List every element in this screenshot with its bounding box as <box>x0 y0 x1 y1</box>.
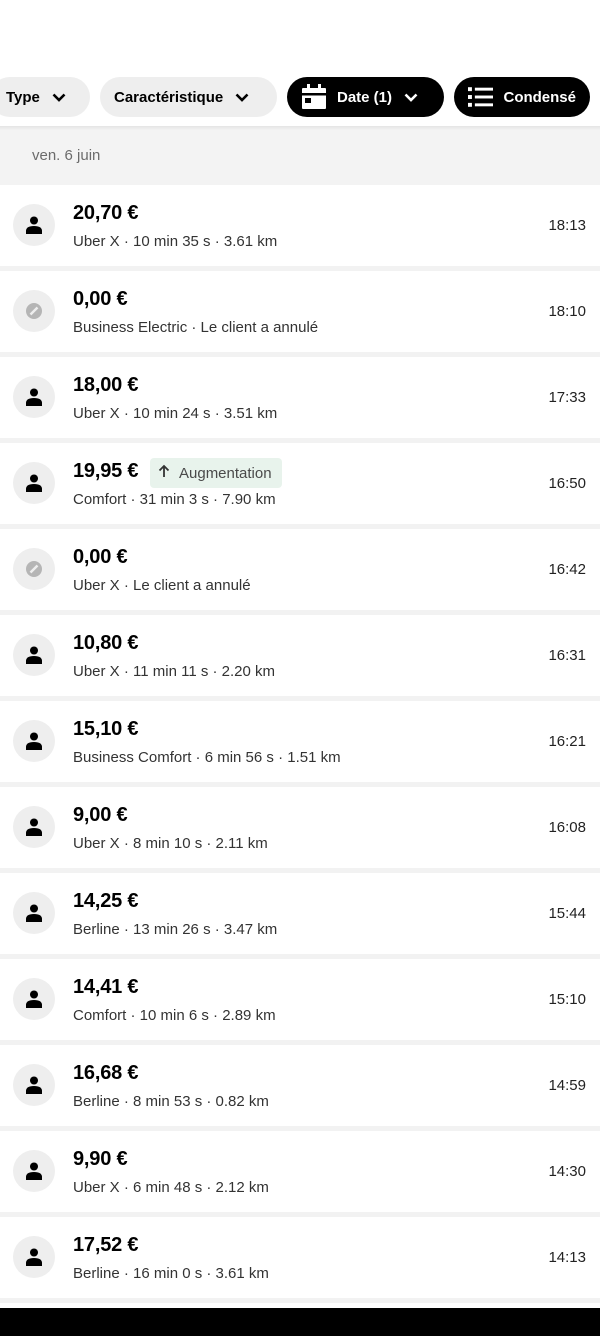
trip-row[interactable]: 9,00 € Uber X · 8 min 10 s · 2.11 km 16:08 <box>0 787 600 873</box>
surge-badge: Augmentation <box>150 458 282 488</box>
trip-details: Comfort · 31 min 3 s · 7.90 km <box>73 491 276 508</box>
status-area <box>0 0 600 60</box>
filter-date-chip[interactable]: Date (1) <box>287 77 444 117</box>
calendar-icon <box>302 84 326 109</box>
trip-row[interactable]: 18,00 € Uber X · 10 min 24 s · 3.51 km 17:… <box>0 357 600 443</box>
trip-details: Berline · 13 min 26 s · 3.47 km <box>73 921 278 938</box>
filter-type-label: Type <box>6 88 40 106</box>
trip-list: 20,70 € Uber X · 10 min 35 s · 3.61 km 18:… <box>0 185 600 1303</box>
trip-details: Berline · 8 min 53 s · 0.82 km <box>73 1093 269 1110</box>
trip-price: 18,00 € <box>73 374 139 396</box>
filter-type-chip[interactable]: Type <box>0 77 90 117</box>
trip-details: Uber X · 11 min 11 s · 2.20 km <box>73 663 276 680</box>
cancelled-icon <box>13 548 55 590</box>
trip-row[interactable]: 20,70 € Uber X · 10 min 35 s · 3.61 km 18:… <box>0 185 600 271</box>
filter-caracteristique-label: Caractéristique <box>114 88 224 106</box>
trip-time: 16:31 <box>548 647 586 664</box>
chevron-down-icon <box>404 93 418 102</box>
trip-time: 17:33 <box>548 389 586 406</box>
trip-price: 14,41 € <box>73 976 139 998</box>
trip-time: 14:30 <box>548 1163 586 1180</box>
filter-bar: Type Caractéristique Date (1) Condensé <box>0 76 600 118</box>
view-condense-label: Condensé <box>503 88 576 106</box>
trip-details: Uber X · 10 min 35 s · 3.61 km <box>73 233 278 250</box>
trip-row[interactable]: 10,80 € Uber X · 11 min 11 s · 2.20 km 16:… <box>0 615 600 701</box>
trip-row[interactable]: 0,00 € Uber X · Le client a annulé 16:42 <box>0 529 600 615</box>
trip-price: 20,70 € <box>73 202 139 224</box>
list-icon <box>468 87 494 107</box>
trip-details: Business Comfort · 6 min 56 s · 1.51 km <box>73 749 341 766</box>
trip-price: 17,52 € <box>73 1234 139 1256</box>
trip-time: 16:08 <box>548 819 586 836</box>
trip-row[interactable]: 19,95 € Augmentation Comfort · 31 min 3 s … <box>0 443 600 529</box>
trip-details: Business Electric · Le client a annulé <box>73 319 319 336</box>
trip-price: 9,00 € <box>73 804 128 826</box>
filter-caracteristique-chip[interactable]: Caractéristique <box>100 77 277 117</box>
trip-details: Uber X · 8 min 10 s · 2.11 km <box>73 835 268 852</box>
trip-details: Uber X · 10 min 24 s · 3.51 km <box>73 405 278 422</box>
trip-price: 14,25 € <box>73 890 139 912</box>
trip-time: 18:13 <box>548 217 586 234</box>
system-nav-bar <box>0 1308 600 1336</box>
trip-price: 15,10 € <box>73 718 139 740</box>
trip-time: 15:10 <box>548 991 586 1008</box>
surge-badge-label: Augmentation <box>179 464 272 482</box>
person-icon <box>13 376 55 418</box>
trip-row[interactable]: 15,10 € Business Comfort · 6 min 56 s · 1… <box>0 701 600 787</box>
trip-details: Comfort · 10 min 6 s · 2.89 km <box>73 1007 276 1024</box>
person-icon <box>13 634 55 676</box>
trip-details: Berline · 16 min 0 s · 3.61 km <box>73 1265 269 1282</box>
trip-details: Uber X · Le client a annulé <box>73 577 251 594</box>
trip-row[interactable]: 17,52 € Berline · 16 min 0 s · 3.61 km 14:… <box>0 1217 600 1303</box>
trip-price: 16,68 € <box>73 1062 139 1084</box>
trip-price: 19,95 € <box>73 460 139 482</box>
trip-row[interactable]: 16,68 € Berline · 8 min 53 s · 0.82 km 14:… <box>0 1045 600 1131</box>
trip-row[interactable]: 14,41 € Comfort · 10 min 6 s · 2.89 km 15:… <box>0 959 600 1045</box>
trip-time: 18:10 <box>548 303 586 320</box>
trip-time: 16:42 <box>548 561 586 578</box>
trip-time: 14:13 <box>548 1249 586 1266</box>
arrow-up-icon <box>158 464 170 482</box>
person-icon <box>13 892 55 934</box>
trip-price: 9,90 € <box>73 1148 128 1170</box>
trip-price: 0,00 € <box>73 546 128 568</box>
chevron-down-icon <box>235 93 249 102</box>
trip-price: 0,00 € <box>73 288 128 310</box>
cancelled-icon <box>13 290 55 332</box>
filter-date-label: Date (1) <box>337 88 393 106</box>
trip-time: 16:50 <box>548 475 586 492</box>
trip-time: 15:44 <box>548 905 586 922</box>
trip-details: Uber X · 6 min 48 s · 2.12 km <box>73 1179 269 1196</box>
person-icon <box>13 1150 55 1192</box>
trip-row[interactable]: 9,90 € Uber X · 6 min 48 s · 2.12 km 14:30 <box>0 1131 600 1217</box>
view-condense-chip[interactable]: Condensé <box>454 77 590 117</box>
trip-row[interactable]: 14,25 € Berline · 13 min 26 s · 3.47 km 15… <box>0 873 600 959</box>
chevron-down-icon <box>52 93 66 102</box>
trip-row[interactable]: 0,00 € Business Electric · Le client a an… <box>0 271 600 357</box>
date-section-header: ven. 6 juin <box>0 130 600 185</box>
person-icon <box>13 1236 55 1278</box>
person-icon <box>13 1064 55 1106</box>
trip-time: 14:59 <box>548 1077 586 1094</box>
person-icon <box>13 720 55 762</box>
person-icon <box>13 462 55 504</box>
person-icon <box>13 806 55 848</box>
trip-price: 10,80 € <box>73 632 139 654</box>
person-icon <box>13 978 55 1020</box>
person-icon <box>13 204 55 246</box>
trip-time: 16:21 <box>548 733 586 750</box>
